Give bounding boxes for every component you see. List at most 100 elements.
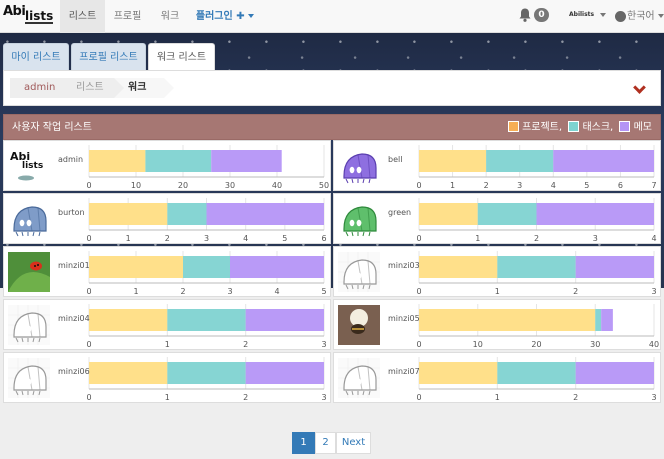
legend-project: 프로젝트, bbox=[522, 122, 563, 133]
user-menu[interactable]: Abilists bbox=[569, 11, 607, 18]
user-name[interactable]: green bbox=[388, 208, 411, 217]
bar-project[interactable] bbox=[419, 203, 478, 225]
caret-down-icon bbox=[600, 12, 607, 17]
x-tick-label: 4 bbox=[243, 234, 248, 243]
nav-work[interactable]: 워크 bbox=[150, 0, 190, 33]
x-tick-label: 3 bbox=[651, 287, 656, 296]
bar-project[interactable] bbox=[89, 150, 146, 172]
bar-memo[interactable] bbox=[536, 203, 655, 225]
bar-task[interactable] bbox=[497, 362, 576, 384]
x-tick-label: 0 bbox=[416, 340, 421, 349]
bell-icon[interactable] bbox=[519, 8, 531, 22]
tab-profile-list[interactable]: 프로필 리스트 bbox=[71, 43, 146, 70]
ladybug-photo-icon bbox=[8, 252, 50, 292]
x-tick-label: 2 bbox=[534, 234, 539, 243]
user-name[interactable]: minzi05 bbox=[388, 314, 420, 323]
x-tick-label: 3 bbox=[321, 393, 326, 402]
bug-sketch-icon bbox=[8, 305, 50, 345]
x-tick-label: 0 bbox=[416, 393, 421, 402]
user-work-card[interactable]: 0 1 2 3 minzi03 bbox=[333, 246, 661, 297]
x-tick-label: 0 bbox=[416, 287, 421, 296]
user-work-card[interactable]: 0 1 2 3 4 5 6 7 bell bbox=[333, 140, 661, 191]
bar-memo[interactable] bbox=[245, 362, 324, 384]
bar-project[interactable] bbox=[419, 256, 498, 278]
bar-task[interactable] bbox=[167, 309, 246, 331]
bar-memo[interactable] bbox=[230, 256, 324, 278]
bar-memo[interactable] bbox=[206, 203, 325, 225]
user-name[interactable]: minzi03 bbox=[388, 261, 420, 270]
bar-task[interactable] bbox=[595, 309, 602, 331]
bar-task[interactable] bbox=[167, 203, 207, 225]
x-tick-label: 6 bbox=[321, 234, 326, 243]
user-name[interactable]: burton bbox=[58, 208, 85, 217]
bar-project[interactable] bbox=[89, 309, 168, 331]
x-tick-label: 0 bbox=[416, 234, 421, 243]
bar-project[interactable] bbox=[89, 203, 168, 225]
chart-legend: 프로젝트, 태스크, 메모 bbox=[505, 121, 652, 135]
user-name[interactable]: minzi01 bbox=[58, 261, 90, 270]
page-2[interactable]: 2 bbox=[315, 432, 336, 454]
user-work-card[interactable]: 0 1 2 3 minzi07 bbox=[333, 352, 661, 403]
work-bar-chart: 0 1 2 3 4 5 bbox=[86, 251, 327, 296]
work-bar-chart: 0 1 2 3 4 bbox=[416, 198, 657, 243]
legend-task: 태스크, bbox=[582, 122, 614, 133]
page-next[interactable]: Next bbox=[336, 432, 371, 454]
bar-task[interactable] bbox=[477, 203, 537, 225]
user-work-card[interactable]: 0 10 20 30 40 50 Abi lists admin bbox=[3, 140, 331, 191]
page-1[interactable]: 1 bbox=[292, 432, 315, 454]
x-tick-label: 0 bbox=[86, 287, 91, 296]
bar-memo[interactable] bbox=[211, 150, 282, 172]
bar-project[interactable] bbox=[419, 362, 498, 384]
bar-project[interactable] bbox=[89, 256, 183, 278]
x-tick-label: 1 bbox=[126, 234, 131, 243]
x-tick-label: 2 bbox=[573, 287, 578, 296]
user-name[interactable]: minzi06 bbox=[58, 367, 90, 376]
bar-project[interactable] bbox=[419, 150, 487, 172]
breadcrumb-admin[interactable]: admin bbox=[10, 78, 72, 98]
bar-memo[interactable] bbox=[575, 256, 654, 278]
x-tick-label: 0 bbox=[416, 181, 421, 190]
tab-my-list[interactable]: 마이 리스트 bbox=[3, 43, 69, 70]
bar-task[interactable] bbox=[145, 150, 212, 172]
bar-memo[interactable] bbox=[601, 309, 613, 331]
bar-task[interactable] bbox=[486, 150, 554, 172]
bar-task[interactable] bbox=[167, 362, 246, 384]
bar-memo[interactable] bbox=[553, 150, 654, 172]
x-tick-label: 4 bbox=[274, 287, 279, 296]
user-name[interactable]: minzi04 bbox=[58, 314, 90, 323]
notification-badge[interactable]: 0 bbox=[534, 8, 549, 22]
x-tick-label: 1 bbox=[133, 287, 138, 296]
user-work-card[interactable]: 0 1 2 3 4 5 6 burton bbox=[3, 193, 331, 244]
user-work-card[interactable]: 0 1 2 3 4 5 minzi01 bbox=[3, 246, 331, 297]
bar-project[interactable] bbox=[89, 362, 168, 384]
bar-task[interactable] bbox=[183, 256, 230, 278]
user-work-card[interactable]: 0 10 20 30 40 minzi05 bbox=[333, 299, 661, 350]
x-tick-label: 1 bbox=[165, 393, 170, 402]
x-tick-label: 20 bbox=[531, 340, 541, 349]
bar-memo[interactable] bbox=[245, 309, 324, 331]
bar-task[interactable] bbox=[497, 256, 576, 278]
nav-profile[interactable]: 프로필 bbox=[105, 0, 150, 33]
top-navbar: Abi lists 리스트 프로필 워크 플러그인 ✚ 0 Abilists 한… bbox=[0, 0, 664, 33]
user-name[interactable]: admin bbox=[58, 155, 83, 164]
work-bar-chart: 0 1 2 3 4 5 6 7 bbox=[416, 145, 657, 190]
user-name[interactable]: minzi07 bbox=[388, 367, 420, 376]
bar-memo[interactable] bbox=[575, 362, 654, 384]
list-header: 사용자 작업 리스트 프로젝트, 태스크, 메모 bbox=[3, 114, 661, 140]
language-selector[interactable]: 한국어 bbox=[627, 0, 664, 33]
bar-project[interactable] bbox=[419, 309, 596, 331]
globe-icon[interactable] bbox=[615, 11, 626, 22]
nav-list[interactable]: 리스트 bbox=[60, 0, 105, 33]
work-bar-chart: 0 1 2 3 bbox=[416, 357, 657, 402]
bug-sketch-icon bbox=[8, 358, 50, 398]
user-work-card[interactable]: 0 1 2 3 minzi06 bbox=[3, 352, 331, 403]
x-tick-label: 2 bbox=[573, 393, 578, 402]
nav-plugin-dropdown[interactable]: 플러그인 ✚ bbox=[192, 0, 258, 33]
user-work-card[interactable]: 0 1 2 3 4 green bbox=[333, 193, 661, 244]
tab-work-list[interactable]: 워크 리스트 bbox=[148, 43, 215, 71]
x-tick-label: 0 bbox=[86, 393, 91, 402]
user-name[interactable]: bell bbox=[388, 155, 402, 164]
chevron-down-icon[interactable] bbox=[633, 81, 646, 94]
user-work-card[interactable]: 0 1 2 3 minzi04 bbox=[3, 299, 331, 350]
brand-logo[interactable]: Abi lists bbox=[3, 4, 55, 30]
